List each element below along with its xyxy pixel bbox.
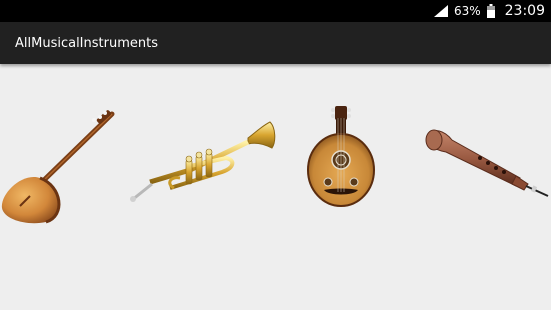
battery-percent: 63% [453,4,481,18]
saz-icon[interactable] [0,108,120,224]
clock-time: 23:09 [504,3,545,19]
battery-icon [486,4,495,18]
oud-icon[interactable] [302,104,380,208]
instrument-grid [0,64,551,310]
signal-icon [433,5,448,17]
zurna-icon[interactable] [424,126,551,200]
status-bar: 63% 23:09 [0,0,551,22]
app-bar: AllMusicalInstruments [0,22,551,64]
app-title: AllMusicalInstruments [15,35,158,51]
trumpet-icon[interactable] [130,120,278,204]
